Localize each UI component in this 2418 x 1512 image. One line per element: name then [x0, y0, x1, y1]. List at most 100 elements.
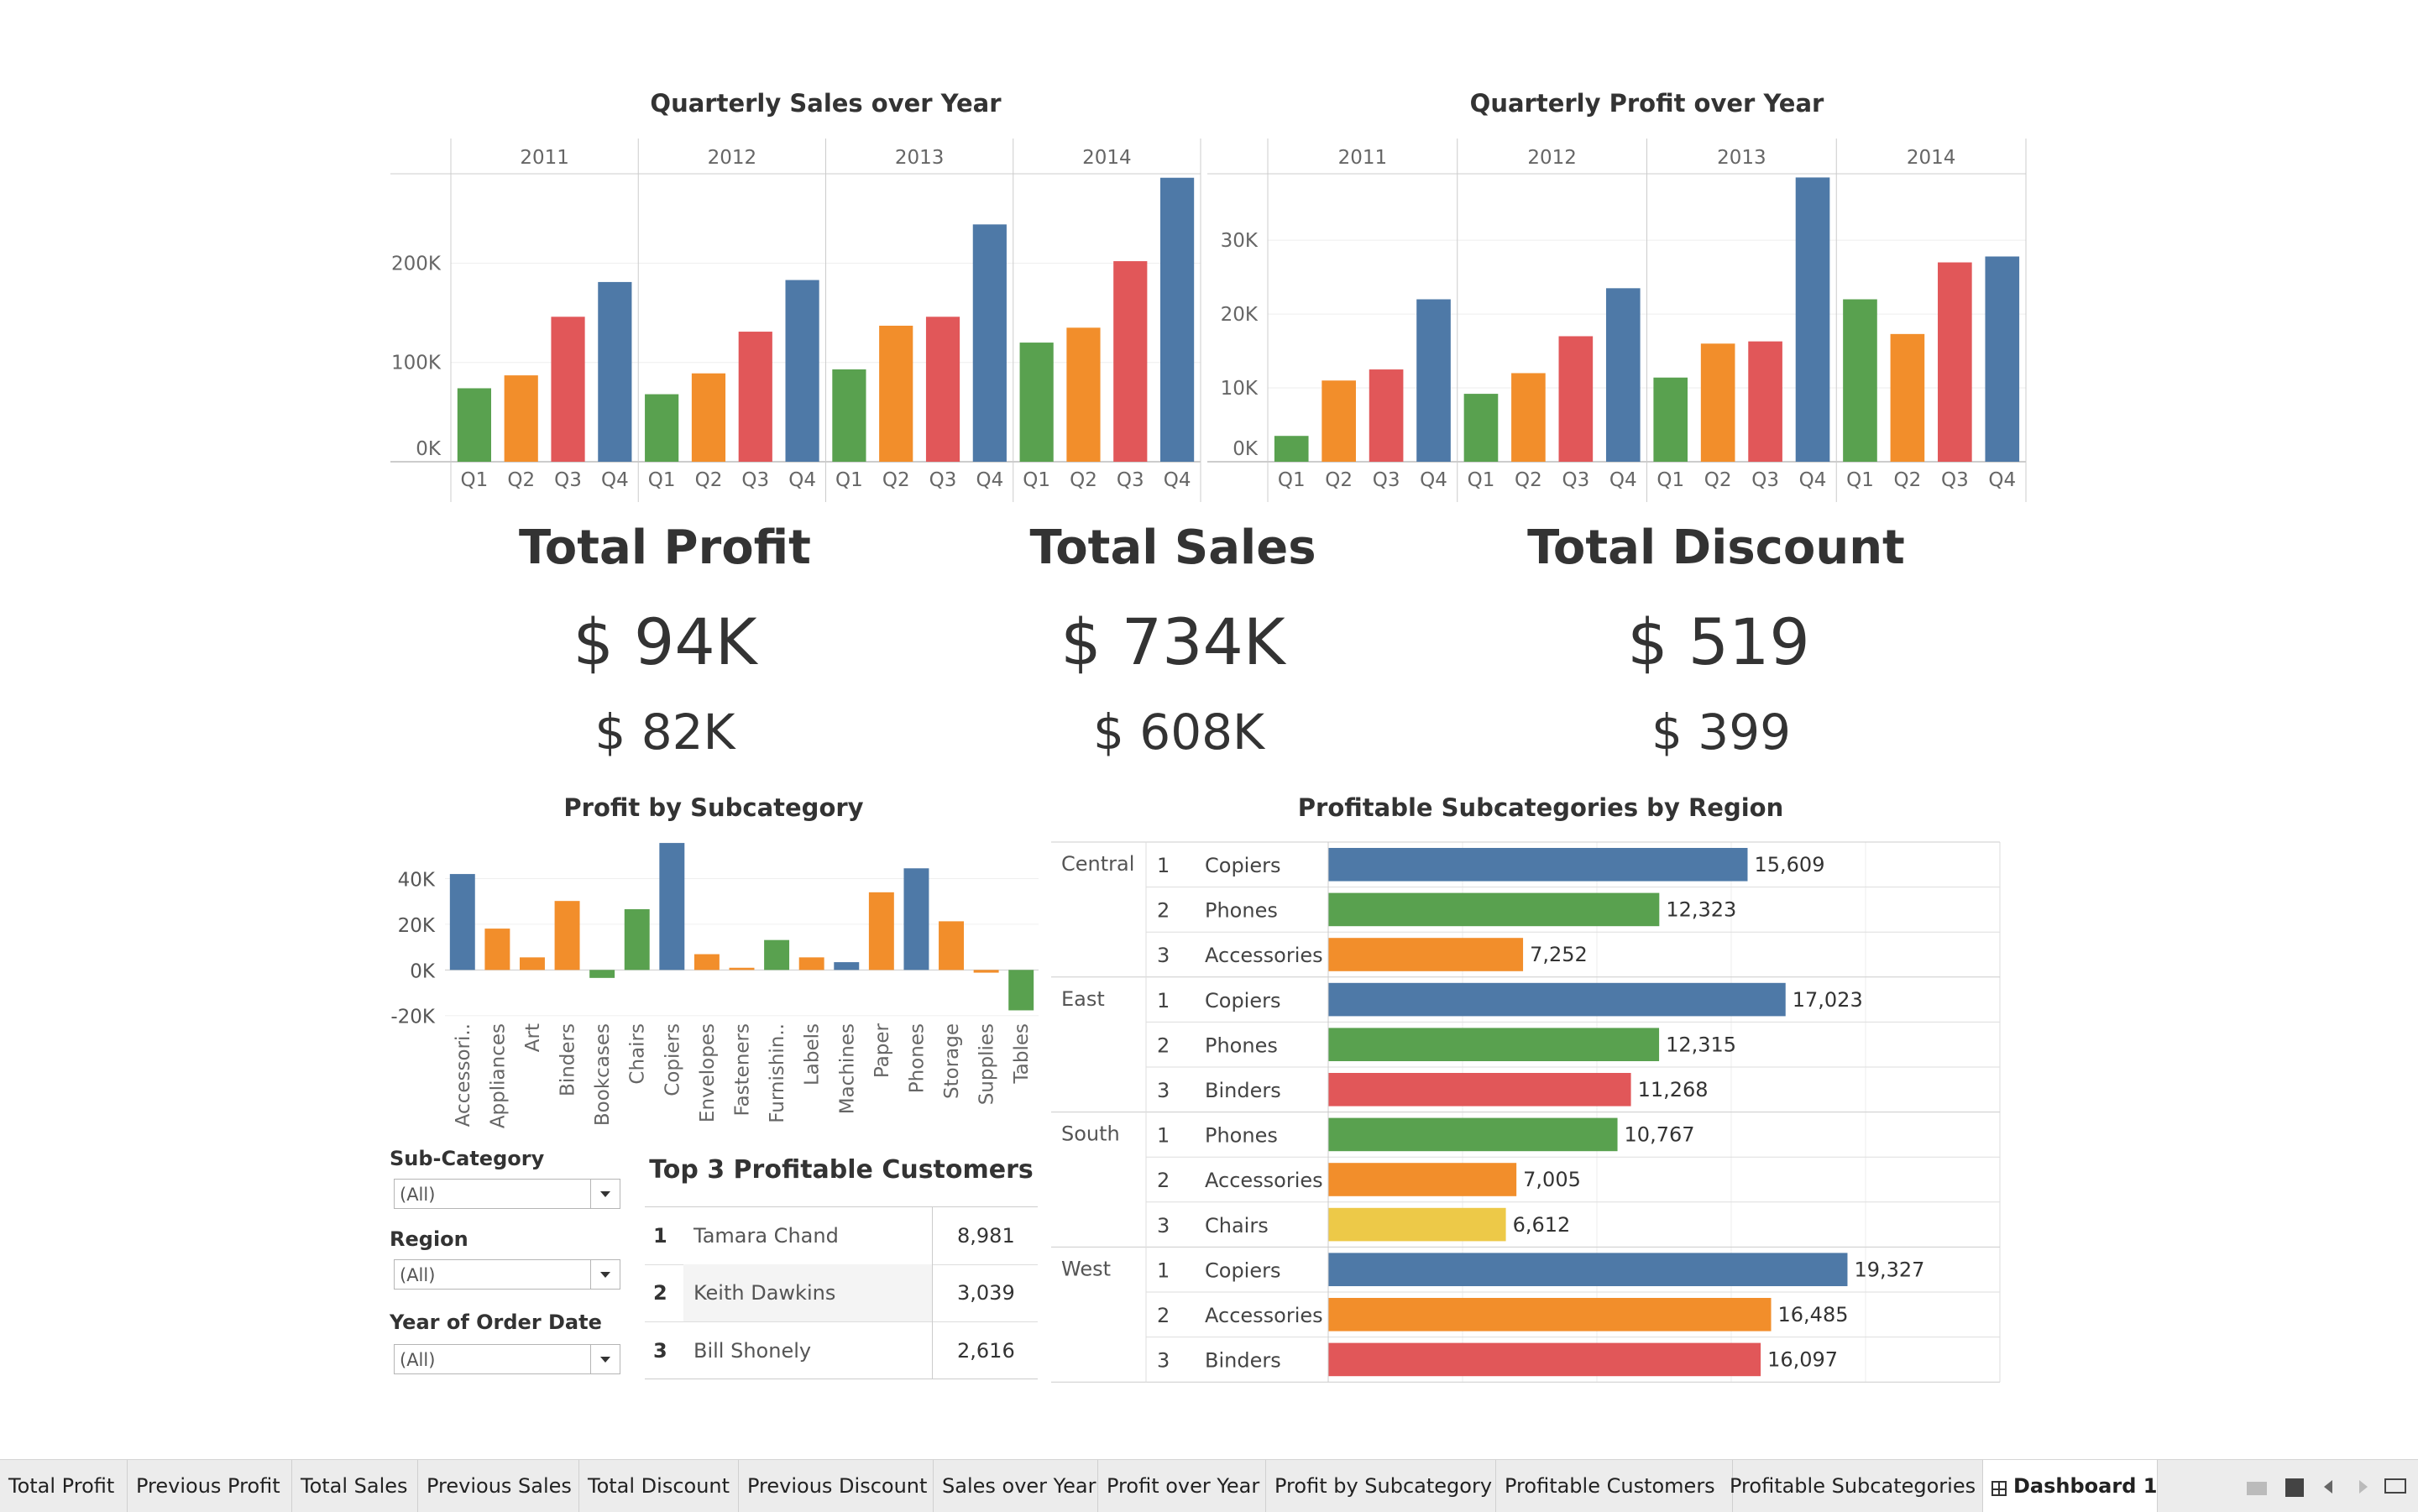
previous-sheet-icon[interactable]	[2324, 1480, 2332, 1494]
data-label: 7,252	[1530, 943, 1588, 966]
customer-rank: 1	[653, 1224, 667, 1248]
region-label-south: South	[1061, 1122, 1120, 1146]
table-row[interactable]: 3 Bill Shonely 2,616	[645, 1322, 1038, 1379]
bar-2011-Q4	[1416, 299, 1451, 462]
kpi-previous-profit-value: $ 82K	[594, 704, 735, 761]
filter-subcategory-dropdown[interactable]: (All)	[394, 1179, 620, 1209]
x-tick-label: Supplies	[976, 1023, 998, 1105]
data-label: 19,327	[1854, 1258, 1924, 1281]
x-tick-label: Q2	[1325, 469, 1353, 491]
next-sheet-icon[interactable]	[2359, 1480, 2368, 1494]
chevron-down-icon[interactable]	[590, 1345, 620, 1373]
subcat-chart-title: Profit by Subcategory	[563, 793, 863, 822]
table-row[interactable]: 2 Keith Dawkins 3,039	[645, 1264, 1038, 1322]
filter-region-dropdown[interactable]: (All)	[394, 1259, 620, 1290]
y-tick-label: 0K	[1233, 438, 1259, 460]
show-tabs-icon[interactable]	[2285, 1478, 2304, 1497]
table-row[interactable]: 1 Tamara Chand 8,981	[645, 1207, 1038, 1265]
bar-copiers	[659, 843, 685, 971]
x-tick-label: Machines	[836, 1023, 858, 1114]
tab-dashboard-1-label: Dashboard 1	[2013, 1474, 2158, 1498]
bar-furnishin	[764, 939, 790, 971]
x-tick-label: Copiers	[662, 1023, 683, 1096]
bar-tables	[1008, 970, 1034, 1011]
data-label: 16,097	[1767, 1348, 1838, 1372]
profitable-subcategories-by-region-chart: Profitable Subcategories by Region Centra…	[1051, 793, 2001, 1383]
x-tick-label: Q2	[882, 469, 910, 491]
kpi-total-profit-value: $ 94K	[573, 604, 757, 679]
tab-profitable-subcategories[interactable]: Profitable Subcategories	[1721, 1460, 1983, 1512]
bar-appliances	[484, 929, 510, 971]
tab-total-profit[interactable]: Total Profit	[0, 1460, 128, 1512]
tab-profit-by-subcategory[interactable]: Profit by Subcategory	[1266, 1460, 1496, 1512]
tab-previous-discount[interactable]: Previous Discount	[739, 1460, 934, 1512]
filter-year-dropdown[interactable]: (All)	[394, 1344, 620, 1374]
presentation-mode-icon[interactable]	[2384, 1478, 2406, 1494]
tab-profit-over-year[interactable]: Profit over Year	[1098, 1460, 1266, 1512]
x-tick-label: Q3	[1941, 469, 1969, 491]
bar-2013-Q3	[925, 317, 960, 462]
x-tick-label: Q1	[648, 469, 676, 491]
bar-2013-Q2	[879, 325, 913, 462]
bar-2011-Q1	[1274, 436, 1309, 462]
x-tick-label: Q4	[976, 469, 1003, 491]
bar-fasteners	[729, 967, 755, 971]
dashboard-grid-icon	[1991, 1481, 2007, 1496]
bar-2012-Q2	[1511, 373, 1546, 462]
data-label: 12,323	[1666, 898, 1736, 922]
year-header: 2014	[1082, 147, 1132, 169]
year-header: 2011	[520, 147, 569, 169]
bar-paper	[868, 892, 894, 971]
x-tick-label: Labels	[802, 1023, 824, 1086]
y-tick-label: 10K	[1221, 378, 1259, 400]
kpi-previous-discount-value: $ 399	[1651, 704, 1792, 761]
tab-total-sales[interactable]: Total Sales	[292, 1460, 418, 1512]
tab-sales-over-year[interactable]: Sales over Year	[934, 1460, 1098, 1512]
bar-south-accessories	[1328, 1163, 1517, 1196]
tab-dashboard-1[interactable]: Dashboard 1	[1983, 1460, 2158, 1512]
x-tick-label: Paper	[871, 1023, 893, 1078]
bar-labels	[798, 957, 824, 971]
x-tick-label: Chairs	[627, 1023, 649, 1085]
subcategory-label: Accessories	[1205, 1304, 1323, 1327]
x-tick-label: Q2	[1070, 469, 1097, 491]
bar-2012-Q3	[1558, 336, 1594, 462]
bar-east-binders	[1328, 1073, 1631, 1107]
x-tick-label: Q3	[554, 469, 582, 491]
customer-value: 2,616	[957, 1339, 1015, 1363]
x-tick-label: Envelopes	[697, 1023, 719, 1122]
chevron-down-icon[interactable]	[590, 1260, 620, 1289]
y-tick-label: 20K	[398, 915, 436, 937]
y-tick-label: 200K	[391, 253, 442, 275]
bar-2012-Q4	[1605, 288, 1641, 462]
x-tick-label: Phones	[906, 1023, 928, 1093]
year-header: 2012	[1527, 147, 1577, 169]
filter-year-label: Year of Order Date	[390, 1311, 602, 1334]
tab-previous-profit[interactable]: Previous Profit	[128, 1460, 292, 1512]
x-tick-label: Appliances	[487, 1023, 509, 1128]
chevron-down-icon[interactable]	[590, 1180, 620, 1208]
x-tick-label: Fasteners	[732, 1023, 754, 1117]
bar-south-chairs	[1328, 1207, 1506, 1242]
x-tick-label: Furnishin..	[767, 1023, 788, 1123]
bar-2011-Q3	[551, 317, 585, 462]
bar-west-binders	[1328, 1342, 1761, 1377]
x-tick-label: Q3	[1751, 469, 1779, 491]
subcategory-label: Chairs	[1205, 1214, 1269, 1237]
show-filmstrip-icon[interactable]	[2247, 1482, 2267, 1495]
tab-profitable-customers[interactable]: Profitable Customers	[1496, 1460, 1733, 1512]
bar-storage	[939, 921, 965, 971]
column-divider	[932, 1207, 933, 1379]
tab-previous-sales[interactable]: Previous Sales	[418, 1460, 579, 1512]
region-label-west: West	[1061, 1257, 1111, 1280]
rank-label: 3	[1157, 1214, 1170, 1237]
region-label-east: East	[1061, 987, 1105, 1011]
bar-2014-Q2	[1066, 327, 1101, 462]
rank-label: 1	[1157, 1258, 1170, 1282]
bar-2011-Q3	[1369, 369, 1404, 462]
tab-total-discount[interactable]: Total Discount	[579, 1460, 739, 1512]
x-tick-label: Q1	[1023, 469, 1050, 491]
subcategory-label: Copiers	[1205, 854, 1280, 877]
x-tick-label: Q2	[1704, 469, 1732, 491]
subcategory-label: Phones	[1205, 899, 1278, 923]
